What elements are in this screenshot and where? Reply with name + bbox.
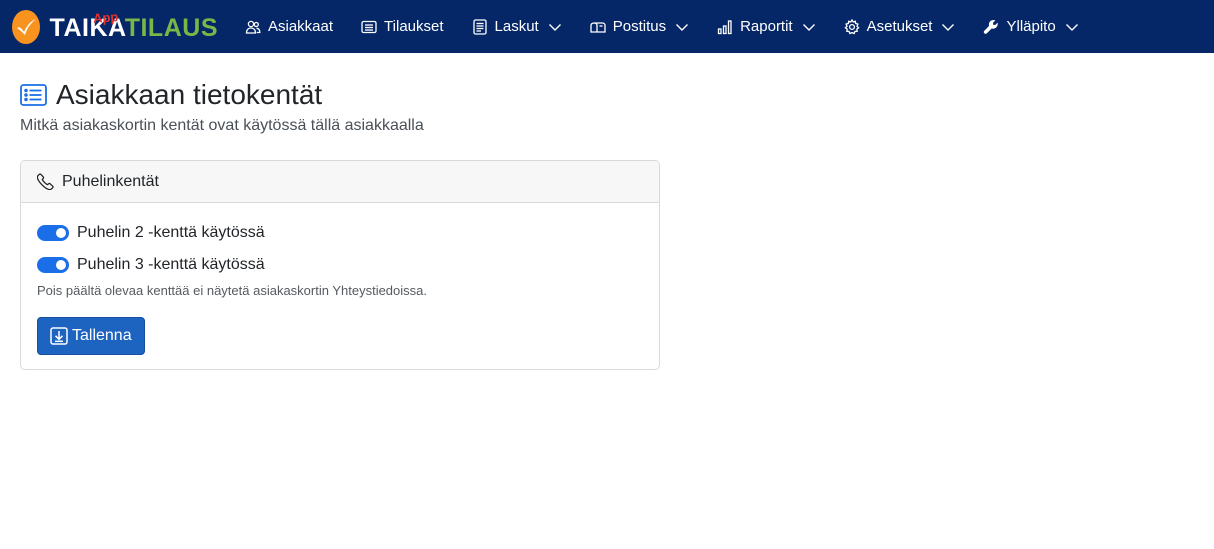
main-nav: Asiakkaat Tilaukset Laskut Postitus Rapo… [245,0,1107,53]
chevron-down-icon [802,20,816,34]
phone-fields-card: Puhelinkentät Puhelin 2 -kenttä käytössä… [20,160,660,370]
chevron-down-icon [1065,20,1079,34]
nav-item-label: Postitus [612,18,667,35]
chevron-down-icon [675,20,689,34]
brand-app-badge: App [92,8,119,26]
title-row: Asiakkaan tietokentät [20,79,424,111]
card-body: Puhelin 2 -kenttä käytössä Puhelin 3 -ke… [21,203,659,371]
brand-logo[interactable]: TAIKATILAUS App [12,7,218,47]
users-icon [245,19,261,35]
document-icon [472,18,488,35]
nav-item-label: Asetukset [866,18,933,35]
logo-check-icon [12,9,40,44]
help-text: Pois päältä olevaa kenttää ei näytetä as… [37,283,427,298]
page-header: Asiakkaan tietokentät Mitkä asiakaskorti… [20,79,424,135]
brand-name-tilaus: TILAUS [124,14,218,42]
nav-item-label: Raportit [740,18,793,35]
save-button[interactable]: Tallenna [37,317,145,355]
phone2-switch-row[interactable]: Puhelin 2 -kenttä käytössä [37,221,643,245]
nav-item-asetukset[interactable]: Asetukset [844,18,956,35]
nav-item-postitus[interactable]: Postitus [590,18,689,35]
card-title: Puhelinkentät [62,172,159,190]
download-icon [50,327,68,345]
page-title: Asiakkaan tietokentät [56,79,323,110]
nav-item-label: Tilaukset [384,18,444,35]
card-header: Puhelinkentät [21,161,659,203]
save-button-label: Tallenna [72,327,132,344]
wrench-icon [983,19,999,35]
nav-item-raportit[interactable]: Raportit [717,18,816,35]
mailbox-icon [590,19,606,35]
phone2-toggle-switch[interactable] [37,225,69,241]
phone3-switch-label: Puhelin 3 -kenttä käytössä [77,256,265,273]
chevron-down-icon [548,20,562,34]
list-icon [20,84,47,106]
list-icon [361,19,377,35]
phone-icon [36,173,54,191]
phone2-switch-label: Puhelin 2 -kenttä käytössä [77,224,265,241]
nav-item-yllapito[interactable]: Ylläpito [983,18,1078,35]
nav-item-laskut[interactable]: Laskut [472,18,562,35]
phone3-toggle-switch[interactable] [37,257,69,273]
top-navbar: TAIKATILAUS App Asiakkaat Tilaukset Lask… [0,0,1214,53]
phone3-switch-row[interactable]: Puhelin 3 -kenttä käytössä [37,253,643,277]
gear-icon [844,18,860,35]
nav-item-asiakkaat[interactable]: Asiakkaat [245,18,333,35]
chevron-down-icon [941,20,955,34]
brand-name: TAIKATILAUS [50,16,218,41]
nav-item-tilaukset[interactable]: Tilaukset [361,18,444,35]
nav-item-label: Ylläpito [1006,18,1056,35]
page-subtitle: Mitkä asiakaskortin kentät ovat käytössä… [20,117,424,134]
bar-chart-icon [717,19,733,35]
nav-item-label: Laskut [494,18,539,35]
nav-item-label: Asiakkaat [268,18,334,35]
